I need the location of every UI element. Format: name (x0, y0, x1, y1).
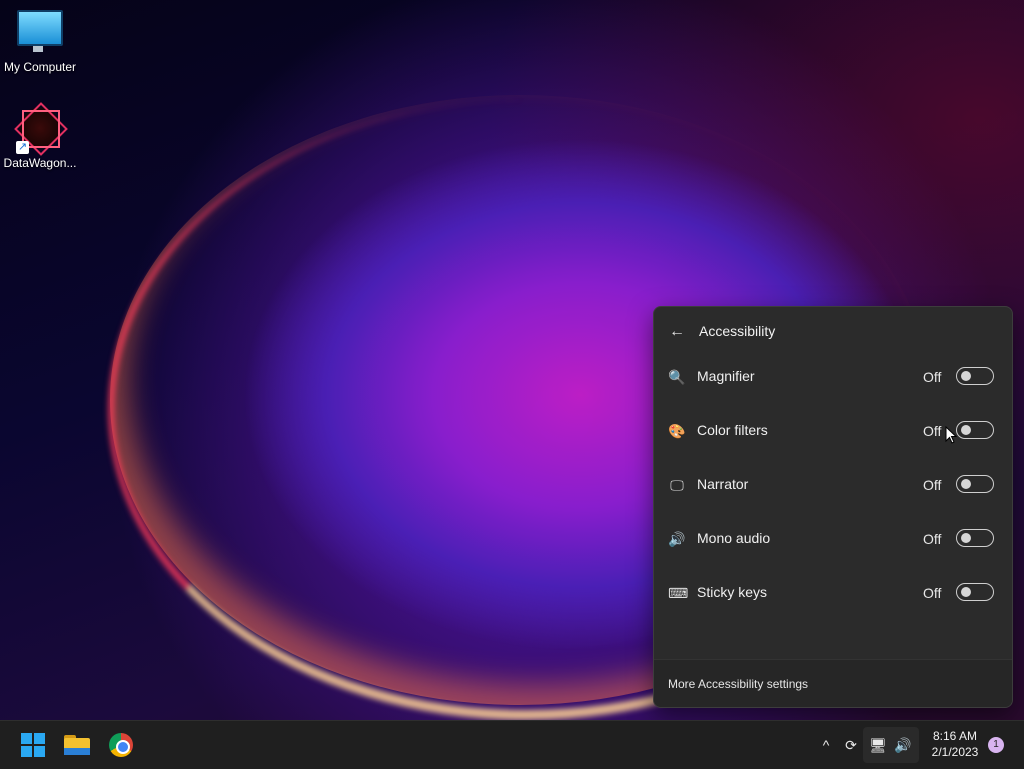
clock[interactable]: 8:16 AM 2/1/2023 (922, 728, 988, 760)
toggle-knob (961, 587, 971, 597)
accessibility-row-magnifier[interactable]: 🔍 Magnifier Off (654, 351, 1012, 405)
desktop-icon-datawagon[interactable]: ↗ DataWagon... (0, 102, 80, 170)
clock-time: 8:16 AM (932, 729, 978, 743)
back-arrow-icon[interactable]: ← (666, 321, 688, 343)
desktop-icon-label: My Computer (3, 60, 77, 74)
sync-icon[interactable]: ⟳ (840, 731, 862, 759)
row-label: Color filters (697, 422, 768, 438)
accessibility-row-color-filters[interactable]: 🎨 Color filters Off (654, 405, 1012, 459)
sticky-keys-toggle[interactable] (956, 583, 994, 601)
color-filters-toggle[interactable] (956, 421, 994, 439)
accessibility-row-sticky-keys[interactable]: ⌨ Sticky keys Off (654, 567, 1012, 621)
narrator-toggle[interactable] (956, 475, 994, 493)
clock-date: 2/1/2023 (931, 745, 979, 759)
flyout-title: Accessibility (699, 323, 776, 339)
row-state: Off (923, 369, 942, 385)
toggle-knob (961, 533, 971, 543)
chrome-button[interactable] (105, 729, 137, 761)
palette-icon: 🎨 (668, 423, 686, 439)
desktop-icon-label: DataWagon... (3, 156, 77, 170)
monitor-icon (17, 10, 63, 52)
start-button[interactable] (17, 729, 49, 761)
tray-network-volume-group[interactable]: 🖥 🔊 (863, 727, 919, 763)
desktop-icon-my-computer[interactable]: My Computer (0, 10, 80, 74)
file-explorer-button[interactable] (61, 729, 93, 761)
row-state: Off (923, 585, 942, 601)
row-state: Off (923, 423, 942, 439)
notification-badge[interactable]: 1 (988, 737, 1004, 753)
toggle-knob (961, 479, 971, 489)
speaker-icon: 🔊 (668, 531, 686, 547)
row-label: Narrator (697, 476, 749, 492)
narrator-icon: 🖵 (670, 477, 684, 493)
flyout-header: ← Accessibility (654, 307, 1012, 357)
keyboard-icon: ⌨ (668, 585, 689, 601)
toggle-knob (961, 371, 971, 381)
magnifier-toggle[interactable] (956, 367, 994, 385)
accessibility-row-narrator[interactable]: 🖵 Narrator Off (654, 459, 1012, 513)
network-icon: 🖥 (869, 737, 887, 753)
row-label: Magnifier (697, 368, 755, 384)
flyout-footer: More Accessibility settings (654, 659, 1012, 707)
more-accessibility-settings-link[interactable]: More Accessibility settings (668, 677, 808, 691)
toggle-knob (961, 425, 971, 435)
row-state: Off (923, 477, 942, 493)
magnifier-icon: 🔍 (668, 369, 686, 385)
accessibility-row-mono-audio[interactable]: 🔊 Mono audio Off (654, 513, 1012, 567)
show-hidden-icons-chevron-icon[interactable]: ^ (817, 731, 835, 759)
row-state: Off (923, 531, 942, 547)
accessibility-flyout: ← Accessibility 🔍 Magnifier Off 🎨 Color … (653, 306, 1013, 708)
volume-icon: 🔊 (894, 737, 912, 753)
row-label: Sticky keys (697, 584, 768, 600)
shortcut-arrow-icon: ↗ (16, 141, 29, 154)
mono-audio-toggle[interactable] (956, 529, 994, 547)
datawagon-logo-icon: ↗ (14, 102, 68, 156)
taskbar: ^ ⟳ 🖥 🔊 8:16 AM 2/1/2023 1 (0, 720, 1024, 769)
mouse-cursor-icon (945, 426, 957, 444)
row-label: Mono audio (697, 530, 771, 546)
